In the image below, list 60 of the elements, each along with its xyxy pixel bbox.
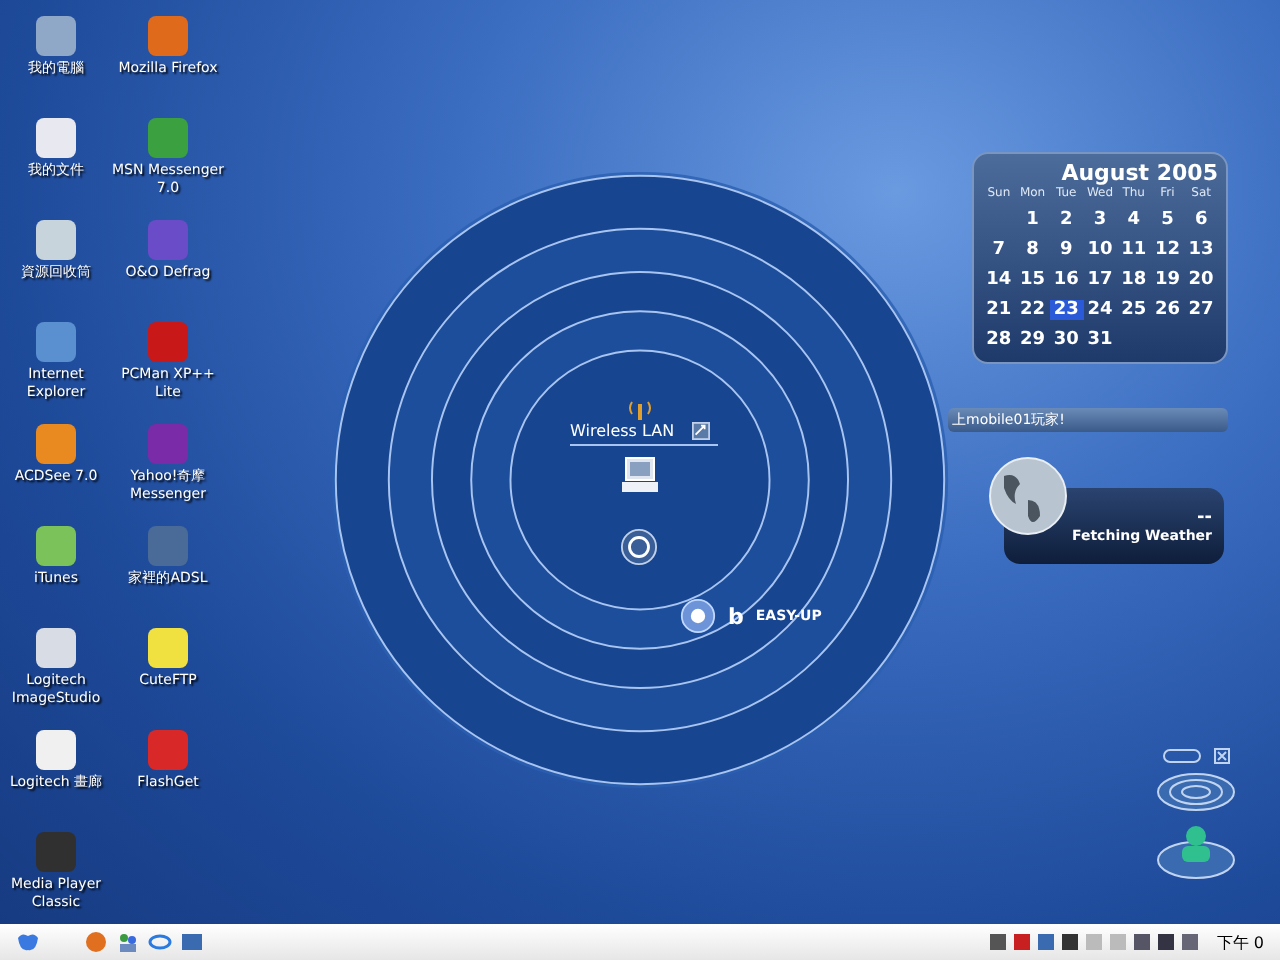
user-platform-icon[interactable] [1156,820,1236,880]
calendar-day[interactable]: 18 [1116,270,1151,290]
calendar-day[interactable]: 9 [1049,240,1084,260]
calendar-day[interactable]: 13 [1184,240,1218,260]
program-icon[interactable] [36,628,76,668]
calendar-day[interactable]: 5 [1150,210,1185,230]
temperature-text: -- [1197,508,1212,528]
tray-icon[interactable] [1036,932,1057,952]
tray-icon[interactable] [1156,932,1177,952]
calendar-day[interactable]: 16 [1049,270,1084,290]
refresh-icon[interactable] [620,528,658,566]
program-icon[interactable] [36,118,76,158]
calendar-day[interactable]: 6 [1184,210,1218,230]
calendar-day[interactable]: 2 [1049,210,1084,230]
calendar-day[interactable]: 3 [1083,210,1117,230]
calendar-day[interactable]: 26 [1150,300,1185,320]
calendar-day[interactable]: 25 [1116,300,1151,320]
orb-icon[interactable] [680,598,716,634]
calendar-day[interactable]: 12 [1150,240,1185,260]
tray-icon[interactable] [1060,932,1081,952]
calendar-day[interactable]: 15 [1015,270,1050,290]
calendar-day[interactable]: 30 [1049,330,1084,350]
tray-icon[interactable] [1132,932,1153,952]
calendar-day[interactable]: 28 [982,330,1016,350]
antenna-icon [628,400,652,420]
calendar-day[interactable]: 21 [982,300,1016,320]
tray-icon[interactable] [988,932,1009,952]
calendar-day[interactable]: 7 [982,240,1016,260]
toggle-icon[interactable] [1162,748,1202,764]
calendar-day[interactable]: 20 [1184,270,1218,290]
tray-icon[interactable] [1012,932,1033,952]
program-icon[interactable] [36,526,76,566]
calendar-day[interactable]: 11 [1116,240,1151,260]
calendar-day[interactable]: 4 [1116,210,1151,230]
calendar-day[interactable]: 23 [1049,300,1084,320]
calendar-day[interactable]: 24 [1083,300,1117,320]
calendar-month: August 2005 [1059,160,1218,186]
calendar-day[interactable]: 17 [1083,270,1117,290]
program-icon[interactable] [36,16,76,56]
program-icon[interactable] [148,628,188,668]
calendar-day[interactable]: 27 [1184,300,1218,320]
browser-icon[interactable] [148,930,172,954]
calendar-day[interactable]: 1 [1015,210,1050,230]
people-icon[interactable] [116,930,140,954]
calendar-day[interactable]: 8 [1015,240,1050,260]
close-icon[interactable] [1214,748,1230,764]
program-icon[interactable] [36,220,76,260]
calendar-day[interactable]: 19 [1150,270,1185,290]
tray-icon[interactable] [1180,932,1201,952]
calendar-day[interactable]: 29 [1015,330,1050,350]
calendar-day[interactable]: 31 [1083,330,1117,350]
calendar-day[interactable]: 14 [982,270,1016,290]
laptop-icon [620,456,660,496]
clock-text: 下午 0 [1216,931,1264,953]
calendar-day[interactable]: 22 [1015,300,1050,320]
calendar-day[interactable]: 10 [1083,240,1117,260]
desktop-icon[interactable] [180,930,204,954]
signal-rings-icon[interactable] [1156,772,1236,812]
program-icon[interactable] [36,730,76,770]
settings-icon[interactable] [692,422,710,440]
